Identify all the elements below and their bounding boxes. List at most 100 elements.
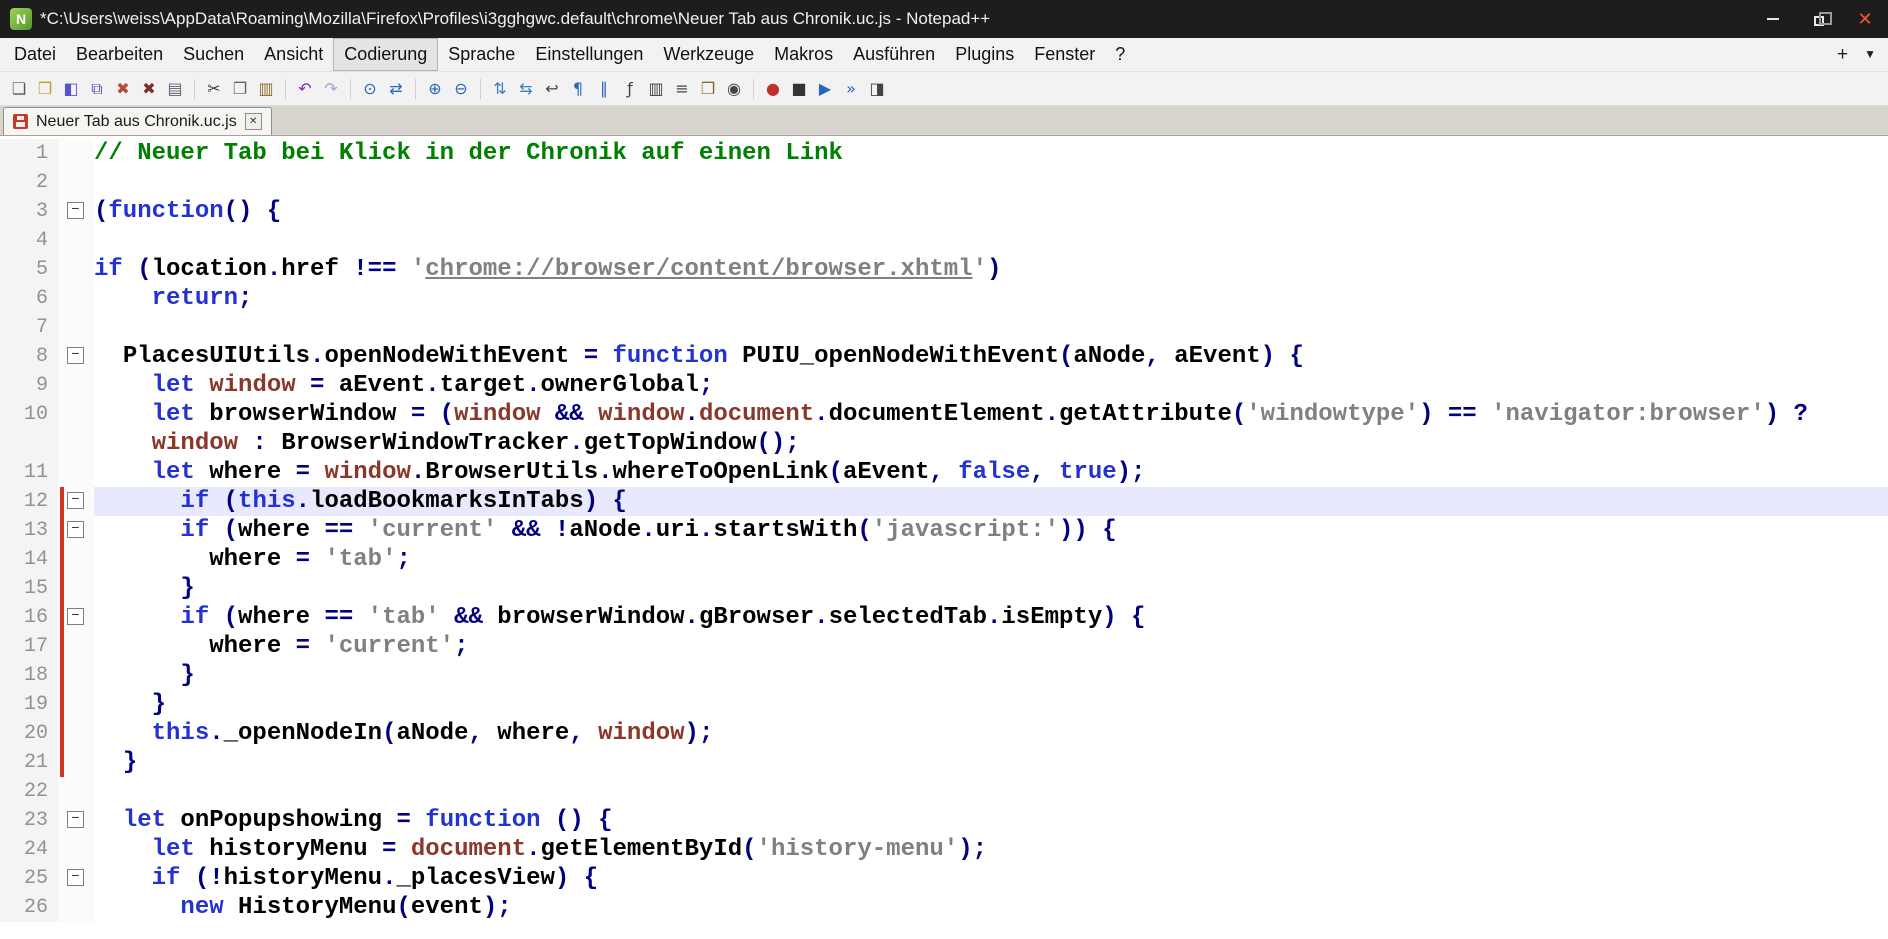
menu-plugins[interactable]: Plugins	[945, 38, 1024, 71]
zoom-out-icon[interactable]: ⊖	[449, 77, 473, 101]
code-line[interactable]: this._openNodeIn(aNode, where, window);	[94, 719, 1888, 748]
word-wrap-icon[interactable]: ↩	[540, 77, 564, 101]
editor-row: 26 new HistoryMenu(event);	[0, 893, 1888, 922]
change-marker	[60, 661, 64, 690]
cut-icon[interactable]: ✂	[202, 77, 226, 101]
code-line[interactable]: window : BrowserWindowTracker.getTopWind…	[94, 429, 1888, 458]
tab-close-icon[interactable]: ✕	[245, 113, 262, 130]
document-list-icon[interactable]: ≡	[670, 77, 694, 101]
menu-einstellungen[interactable]: Einstellungen	[525, 38, 653, 71]
code-line[interactable]: let where = window.BrowserUtils.whereToO…	[94, 458, 1888, 487]
function-list-icon[interactable]: ƒ	[618, 77, 642, 101]
code-line[interactable]: }	[94, 661, 1888, 690]
code-line[interactable]: where = 'current';	[94, 632, 1888, 661]
sync-scroll-horizontal-icon[interactable]: ⇆	[514, 77, 538, 101]
code-line[interactable]: if (where == 'current' && !aNode.uri.sta…	[94, 516, 1888, 545]
print-icon[interactable]: ▤	[163, 77, 187, 101]
paste-icon[interactable]: ▥	[254, 77, 278, 101]
fold-toggle-icon[interactable]: −	[67, 521, 84, 538]
open-file-icon[interactable]: ❒	[33, 77, 57, 101]
close-all-icon[interactable]: ✖	[137, 77, 161, 101]
monitoring-icon[interactable]: ◉	[722, 77, 746, 101]
fold-toggle-icon[interactable]: −	[67, 869, 84, 886]
document-map-icon[interactable]: ▥	[644, 77, 668, 101]
new-file-icon[interactable]: ❏	[7, 77, 31, 101]
folder-as-workspace-icon[interactable]: ❒	[696, 77, 720, 101]
fold-toggle-icon[interactable]: −	[67, 347, 84, 364]
menu-werkzeuge[interactable]: Werkzeuge	[653, 38, 764, 71]
copy-icon[interactable]: ❐	[228, 77, 252, 101]
menu-datei[interactable]: Datei	[4, 38, 66, 71]
fold-margin: −	[58, 342, 94, 371]
menu-makros[interactable]: Makros	[764, 38, 843, 71]
redo-icon[interactable]: ↷	[319, 77, 343, 101]
code-line[interactable]: }	[94, 748, 1888, 777]
line-number: 20	[0, 719, 58, 748]
code-line[interactable]: let onPopupshowing = function () {	[94, 806, 1888, 835]
code-line[interactable]: new HistoryMenu(event);	[94, 893, 1888, 922]
tab-neuer-tab-aus-chronik[interactable]: Neuer Tab aus Chronik.uc.js ✕	[3, 107, 272, 135]
fold-margin	[58, 574, 94, 603]
menubar-items: DateiBearbeitenSuchenAnsichtCodierungSpr…	[0, 38, 1135, 71]
menu-ausf-hren[interactable]: Ausführen	[843, 38, 945, 71]
code-line[interactable]: if (location.href !== 'chrome://browser/…	[94, 255, 1888, 284]
fold-toggle-icon[interactable]: −	[67, 492, 84, 509]
fold-toggle-icon[interactable]: −	[67, 202, 84, 219]
change-marker	[60, 632, 64, 661]
code-editor[interactable]: 1// Neuer Tab bei Klick in der Chronik a…	[0, 136, 1888, 939]
minimize-button[interactable]	[1750, 0, 1796, 38]
code-line[interactable]	[94, 313, 1888, 342]
find-icon[interactable]: ⊙	[358, 77, 382, 101]
code-line[interactable]: if (this.loadBookmarksInTabs) {	[94, 487, 1888, 516]
code-line[interactable]: // Neuer Tab bei Klick in der Chronik au…	[94, 139, 1888, 168]
menu-ansicht[interactable]: Ansicht	[254, 38, 333, 71]
new-tab-button[interactable]: +	[1837, 45, 1848, 64]
menu-codierung[interactable]: Codierung	[333, 38, 438, 71]
code-line[interactable]: let historyMenu = document.getElementByI…	[94, 835, 1888, 864]
code-line[interactable]: let browserWindow = (window && window.do…	[94, 400, 1888, 429]
show-all-characters-icon[interactable]: ¶	[566, 77, 590, 101]
restore-button[interactable]	[1796, 0, 1842, 38]
code-line[interactable]: (function() {	[94, 197, 1888, 226]
menu-?[interactable]: ?	[1105, 38, 1135, 71]
save-all-icon[interactable]: ⧉	[85, 77, 109, 101]
fold-toggle-icon[interactable]: −	[67, 608, 84, 625]
code-line[interactable]: }	[94, 690, 1888, 719]
code-line[interactable]: where = 'tab';	[94, 545, 1888, 574]
fold-toggle-icon[interactable]: −	[67, 811, 84, 828]
code-line[interactable]	[94, 168, 1888, 197]
menu-fenster[interactable]: Fenster	[1024, 38, 1105, 71]
fold-margin: −	[58, 864, 94, 893]
code-line[interactable]: if (where == 'tab' && browserWindow.gBro…	[94, 603, 1888, 632]
close-button[interactable]: ✕	[1842, 0, 1888, 38]
macro-play-icon[interactable]: ▶	[813, 77, 837, 101]
line-number: 12	[0, 487, 58, 516]
undo-icon[interactable]: ↶	[293, 77, 317, 101]
tab-list-button[interactable]: ▼	[1864, 45, 1876, 64]
code-line[interactable]: let window = aEvent.target.ownerGlobal;	[94, 371, 1888, 400]
sync-scroll-vertical-icon[interactable]: ⇅	[488, 77, 512, 101]
replace-icon[interactable]: ⇄	[384, 77, 408, 101]
menu-sprache[interactable]: Sprache	[438, 38, 525, 71]
code-line[interactable]: }	[94, 574, 1888, 603]
macro-save-icon[interactable]: ◨	[865, 77, 889, 101]
line-number: 3	[0, 197, 58, 226]
code-line[interactable]: PlacesUIUtils.openNodeWithEvent = functi…	[94, 342, 1888, 371]
menu-suchen[interactable]: Suchen	[173, 38, 254, 71]
editor-row: 23− let onPopupshowing = function () {	[0, 806, 1888, 835]
macro-record-icon[interactable]: ●	[761, 77, 785, 101]
line-number: 16	[0, 603, 58, 632]
editor-row: 4	[0, 226, 1888, 255]
zoom-in-icon[interactable]: ⊕	[423, 77, 447, 101]
code-line[interactable]	[94, 777, 1888, 806]
indent-guide-icon[interactable]: ∥	[592, 77, 616, 101]
code-line[interactable]: if (!historyMenu._placesView) {	[94, 864, 1888, 893]
menu-bearbeiten[interactable]: Bearbeiten	[66, 38, 173, 71]
code-line[interactable]: return;	[94, 284, 1888, 313]
macro-stop-icon[interactable]: ■	[787, 77, 811, 101]
minimize-icon	[1767, 18, 1779, 20]
save-icon[interactable]: ◧	[59, 77, 83, 101]
close-icon[interactable]: ✖	[111, 77, 135, 101]
code-line[interactable]	[94, 226, 1888, 255]
macro-run-multiple-icon[interactable]: »	[839, 77, 863, 101]
